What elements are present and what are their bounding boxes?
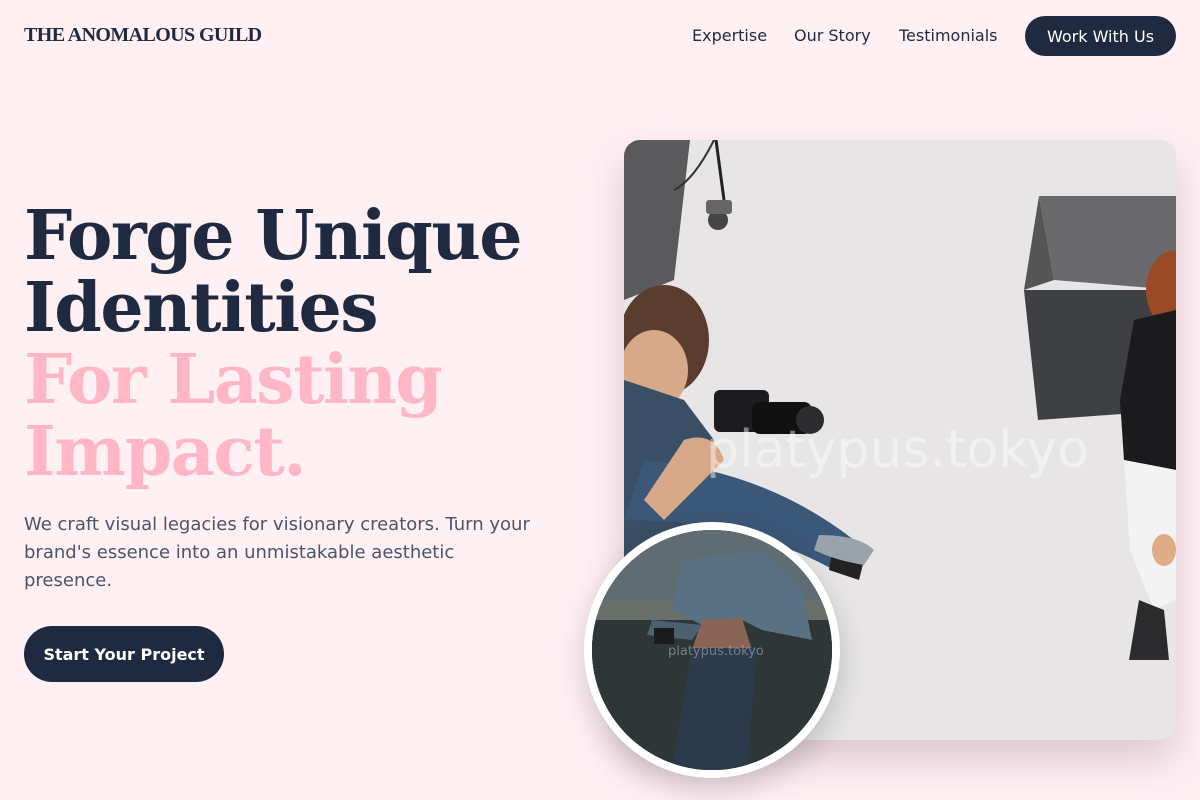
top-nav: THE ANOMALOUS GUILD Expertise Our Story … bbox=[0, 0, 1200, 72]
hero-subtext: We craft visual legacies for visionary c… bbox=[24, 514, 530, 591]
headline-accent-line-2: Impact. bbox=[24, 412, 307, 492]
start-project-button[interactable]: Start Your Project bbox=[24, 626, 224, 682]
hero-headline: Forge Unique Identities For Lasting Impa… bbox=[24, 200, 584, 488]
headline-accent-line-1: For Lasting bbox=[24, 340, 443, 420]
work-with-us-button[interactable]: Work With Us bbox=[1025, 16, 1176, 56]
portrait-photo-frame: platypus.tokyo bbox=[584, 522, 840, 778]
brand-logo[interactable]: THE ANOMALOUS GUILD bbox=[24, 24, 262, 47]
nav-link-expertise[interactable]: Expertise bbox=[692, 26, 767, 45]
nav-link-testimonials[interactable]: Testimonials bbox=[899, 26, 998, 45]
headline-line-1: Forge Unique bbox=[24, 196, 523, 276]
nav-link-our-story[interactable]: Our Story bbox=[794, 26, 871, 45]
main-photo-watermark: platypus.tokyo bbox=[706, 420, 1090, 480]
portrait-photo-watermark: platypus.tokyo bbox=[668, 644, 764, 659]
headline-line-2: Identities bbox=[24, 268, 379, 348]
portrait-photo: platypus.tokyo bbox=[592, 530, 832, 770]
